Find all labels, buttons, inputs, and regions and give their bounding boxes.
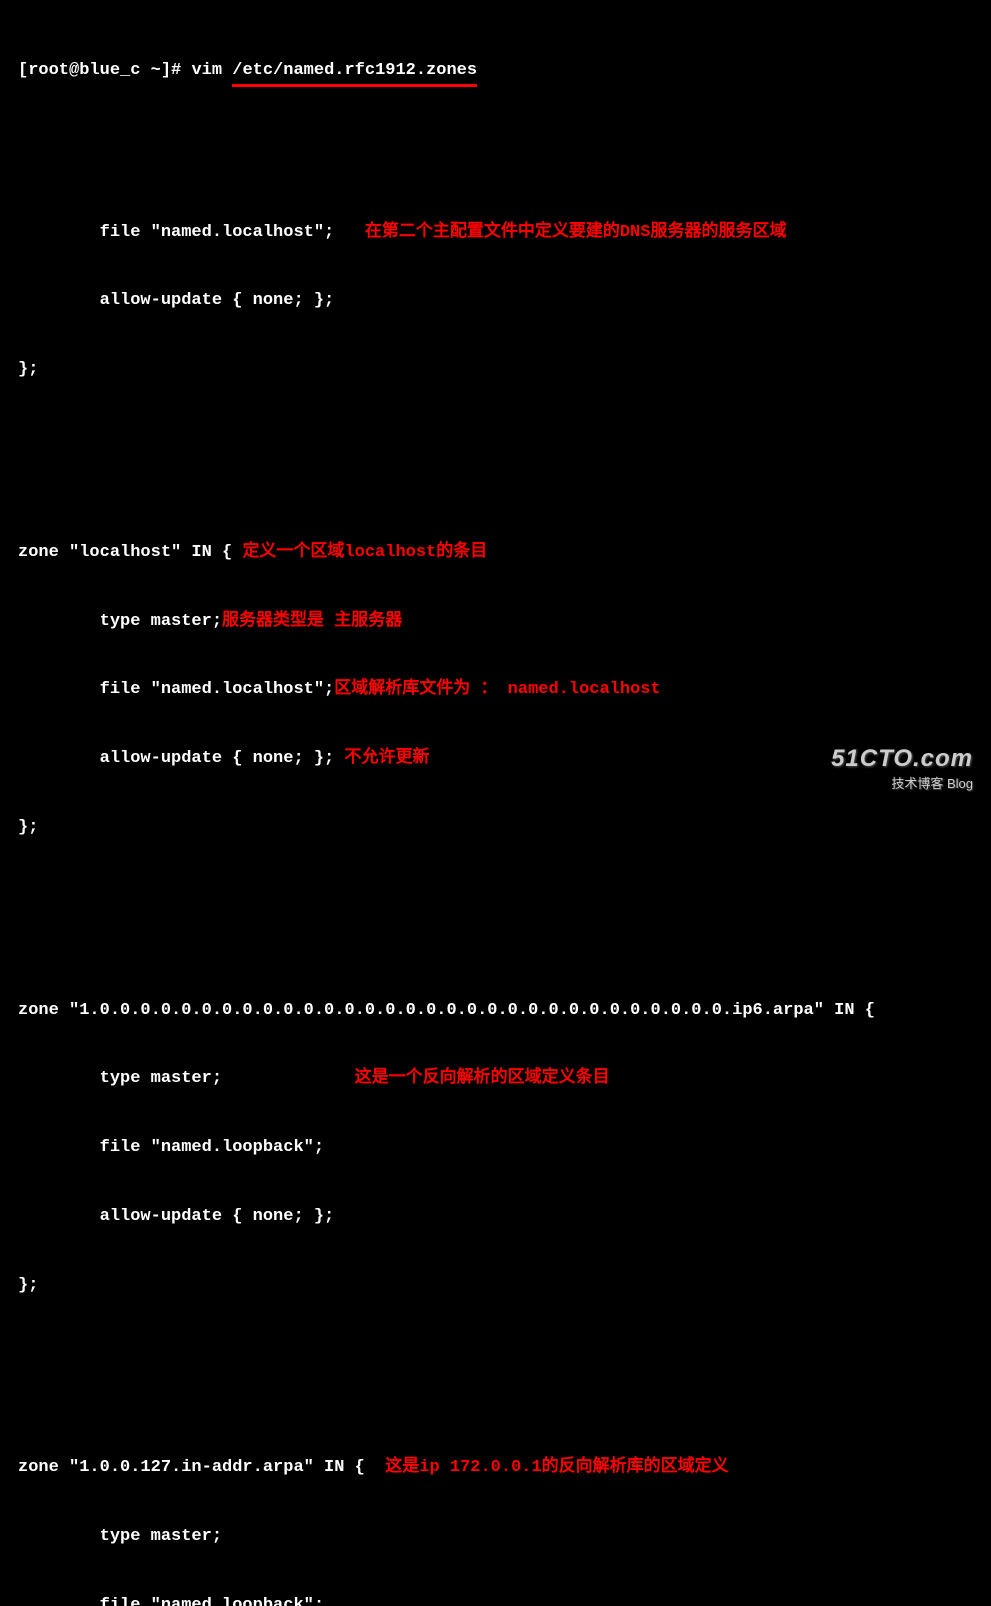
annotation: 区域解析库文件为 ： named.localhost	[334, 680, 660, 699]
code-line: type master;服务器类型是 主服务器	[18, 611, 973, 634]
code-line: type master;	[18, 1526, 973, 1549]
code-line: allow-update { none; };	[18, 1206, 973, 1229]
code-line: file "named.localhost";区域解析库文件为 ： named.…	[18, 679, 973, 702]
code-line: allow-update { none; };	[18, 290, 973, 313]
code-line: type master; 这是一个反向解析的区域定义条目	[18, 1068, 973, 1091]
code-line: };	[18, 359, 973, 382]
annotation: 这是ip 172.0.0.1的反向解析库的区域定义	[385, 1458, 728, 1477]
watermark-sub: 技术博客 Blog	[831, 775, 973, 793]
annotation: 服务器类型是 主服务器	[222, 612, 402, 631]
code-line: file "named.loopback";	[18, 1137, 973, 1160]
code-line: allow-update { none; }; 不允许更新	[18, 748, 973, 771]
vim-command: vim	[191, 60, 232, 83]
command-prompt: [root@blue_c ~]# vim /etc/named.rfc1912.…	[18, 60, 973, 87]
code-line: file "named.loopback";	[18, 1595, 973, 1606]
annotation: 在第二个主配置文件中定义要建的DNS服务器的服务区域	[365, 223, 787, 242]
zone-localhost: zone "localhost" IN { 定义一个区域localhost的条目	[18, 542, 973, 565]
terminal-output: [root@blue_c ~]# vim /etc/named.rfc1912.…	[18, 14, 973, 1606]
watermark-logo: 51CTO.com	[831, 743, 973, 775]
prompt-prefix: [root@blue_c ~]#	[18, 60, 191, 83]
zone-127: zone "1.0.0.127.in-addr.arpa" IN { 这是ip …	[18, 1457, 973, 1480]
annotation: 这是一个反向解析的区域定义条目	[355, 1069, 610, 1088]
annotation: 不允许更新	[344, 749, 429, 768]
code-line: file "named.localhost"; 在第二个主配置文件中定义要建的D…	[18, 222, 973, 245]
file-path: /etc/named.rfc1912.zones	[232, 60, 477, 87]
code-line: };	[18, 1275, 973, 1298]
zone-ip6: zone "1.0.0.0.0.0.0.0.0.0.0.0.0.0.0.0.0.…	[18, 1000, 973, 1023]
code-line: };	[18, 817, 973, 840]
annotation: 定义一个区域localhost的条目	[242, 543, 487, 562]
watermark: 51CTO.com 技术博客 Blog	[831, 743, 973, 793]
